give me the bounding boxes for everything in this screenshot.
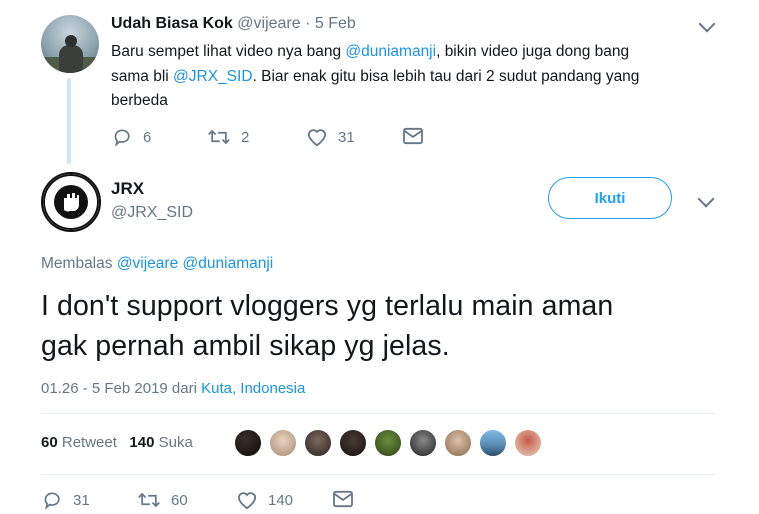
reply-author-header: Udah Biasa Kok @vijeare · 5 Feb: [111, 15, 356, 33]
jrx-display-name[interactable]: JRX: [111, 179, 144, 199]
jrx-handle[interactable]: @JRX_SID: [111, 204, 193, 222]
like-stat[interactable]: 140 Suka: [129, 434, 192, 451]
liker-avatar[interactable]: [513, 428, 543, 458]
retweet-stat[interactable]: 60 Retweet: [41, 434, 117, 451]
tweet-timestamp[interactable]: 01.26 - 5 Feb 2019 dari: [41, 380, 201, 397]
jrx-avatar[interactable]: [41, 172, 101, 232]
main-reply-button[interactable]: 31: [43, 490, 90, 510]
envelope-icon: [333, 490, 353, 508]
header-separator: ·: [305, 15, 311, 32]
tweet-metadata: 01.26 - 5 Feb 2019 dari Kuta, Indonesia: [41, 380, 305, 397]
reply-reply-button[interactable]: 6: [113, 127, 151, 147]
reply-menu-chevron-icon[interactable]: [698, 15, 716, 33]
main-dm-button[interactable]: [332, 490, 364, 508]
heart-icon: [307, 129, 327, 147]
reply-tweet-text: Baru sempet lihat video nya bang @duniam…: [111, 43, 640, 109]
speech-bubble-icon: [44, 492, 60, 510]
thread-connector-line: [67, 78, 71, 164]
main-retweet-button[interactable]: 60: [137, 490, 188, 510]
liker-avatar[interactable]: [233, 428, 263, 458]
reply-retweet-button[interactable]: 2: [207, 127, 249, 147]
engagement-stats: 60 Retweet 140 Suka: [41, 434, 193, 451]
reply-author-avatar[interactable]: [41, 15, 99, 73]
mention-jrx-sid[interactable]: @JRX_SID: [173, 68, 252, 85]
retweet-arrows-icon: [208, 129, 230, 145]
main-like-button[interactable]: 140: [236, 490, 293, 510]
liker-avatar[interactable]: [408, 428, 438, 458]
reply-author-handle[interactable]: @vijeare: [237, 15, 300, 32]
speech-bubble-icon: [114, 129, 130, 147]
main-tweet-text: I don't support vloggers yg terlalu main…: [41, 290, 614, 362]
reply-like-button[interactable]: 31: [306, 127, 355, 147]
liker-avatar[interactable]: [303, 428, 333, 458]
retweet-arrows-icon: [138, 492, 160, 508]
reply-dm-button[interactable]: [402, 127, 434, 145]
tweet-location[interactable]: Kuta, Indonesia: [201, 380, 305, 397]
liker-avatar[interactable]: [268, 428, 298, 458]
liker-avatar[interactable]: [478, 428, 508, 458]
reply-author-name[interactable]: Udah Biasa Kok: [111, 15, 233, 32]
replying-mention-vijeare[interactable]: @vijeare: [117, 255, 178, 272]
replying-to-line: Membalas @vijeare @duniamanji: [41, 255, 274, 272]
reply-timestamp[interactable]: 5 Feb: [315, 15, 356, 32]
liker-avatar[interactable]: [373, 428, 403, 458]
divider-top: [41, 413, 715, 414]
heart-icon: [237, 492, 257, 510]
mention-duniamanji[interactable]: @duniamanji: [345, 43, 436, 60]
divider-bottom: [41, 474, 715, 475]
replying-mention-duniamanji[interactable]: @duniamanji: [183, 255, 274, 272]
follow-button[interactable]: Ikuti: [548, 177, 672, 219]
liker-avatar[interactable]: [338, 428, 368, 458]
envelope-icon: [403, 127, 423, 145]
liker-avatar[interactable]: [443, 428, 473, 458]
main-menu-chevron-icon[interactable]: [697, 190, 715, 208]
